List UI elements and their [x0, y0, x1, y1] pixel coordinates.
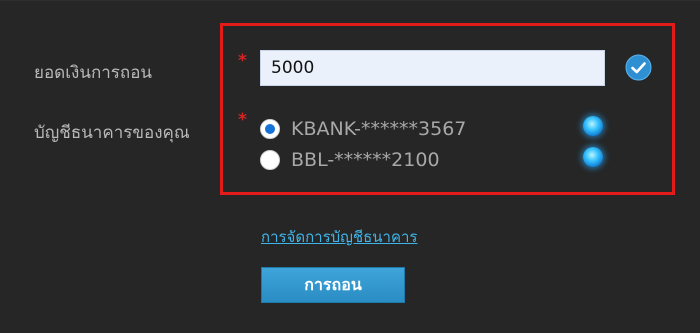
check-circle-icon	[625, 54, 652, 81]
amount-required-mark: *	[238, 51, 247, 71]
blue-glow-dot-icon	[583, 116, 603, 136]
account-option-label: KBANK-******3567	[291, 118, 467, 140]
blue-glow-dot-icon	[583, 147, 603, 167]
amount-input[interactable]	[260, 50, 605, 86]
radio-button-kbank[interactable]	[260, 119, 280, 139]
withdraw-panel: ยอดเงินการถอน บัญชีธนาคารของคุณ * * KBAN…	[0, 0, 700, 333]
account-label: บัญชีธนาคารของคุณ	[34, 123, 190, 143]
amount-label: ยอดเงินการถอน	[34, 63, 153, 83]
account-option-label: BBL-******2100	[291, 149, 440, 171]
manage-bank-accounts-link[interactable]: การจัดการบัญชีธนาคาร	[261, 225, 417, 249]
account-option-bbl[interactable]: BBL-******2100	[260, 146, 440, 174]
withdraw-button[interactable]: การถอน	[261, 267, 405, 303]
account-option-kbank[interactable]: KBANK-******3567	[260, 115, 466, 143]
radio-button-bbl[interactable]	[260, 150, 280, 170]
account-required-mark: *	[238, 110, 247, 130]
